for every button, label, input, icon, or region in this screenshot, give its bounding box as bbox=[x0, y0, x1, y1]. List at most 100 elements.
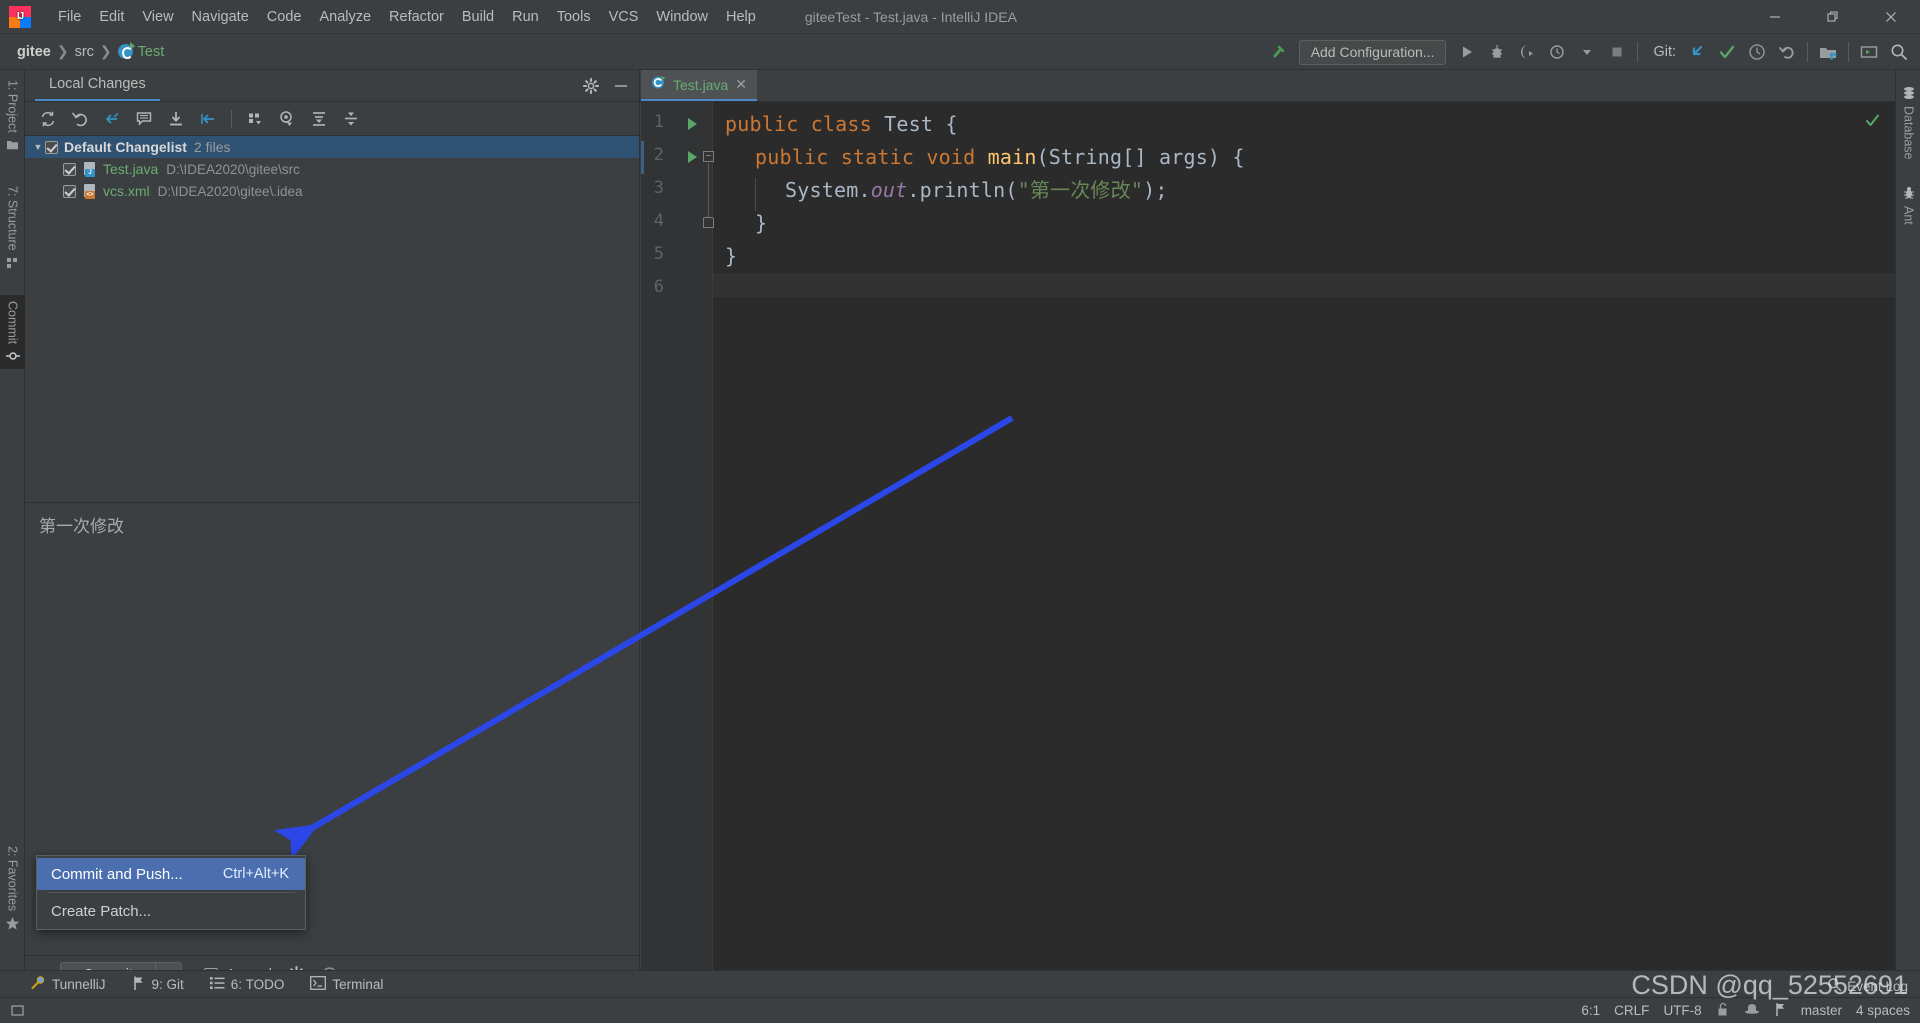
changelist-row[interactable]: ▼ Default Changelist 2 files bbox=[25, 136, 639, 158]
run-gutter-icon[interactable] bbox=[688, 151, 697, 163]
minimize-icon[interactable] bbox=[611, 76, 631, 96]
gear-icon[interactable] bbox=[581, 76, 601, 96]
intellij-logo-icon: IJ bbox=[7, 4, 33, 30]
chevron-down-icon[interactable]: ▼ bbox=[31, 142, 45, 152]
file-encoding[interactable]: UTF-8 bbox=[1663, 1003, 1701, 1018]
diff-icon[interactable] bbox=[129, 105, 159, 133]
git-branch-name[interactable]: master bbox=[1801, 1003, 1842, 1018]
file-checkbox[interactable] bbox=[63, 184, 76, 198]
add-configuration-button[interactable]: Add Configuration... bbox=[1298, 39, 1447, 65]
profiler-icon[interactable] bbox=[1542, 37, 1572, 67]
menu-window[interactable]: Window bbox=[647, 5, 717, 29]
hammer-icon[interactable] bbox=[1263, 37, 1293, 67]
group-by-icon[interactable] bbox=[240, 105, 270, 133]
maximize-button[interactable] bbox=[1804, 0, 1862, 34]
sidebar-item-commit[interactable]: Commit bbox=[0, 295, 25, 370]
git-rollback-icon[interactable] bbox=[1772, 37, 1802, 67]
sidebar-item-structure[interactable]: 7: Structure bbox=[0, 180, 25, 275]
sidebar-item-favorites[interactable]: 2: Favorites bbox=[0, 840, 25, 937]
menu-build[interactable]: Build bbox=[453, 5, 503, 29]
indent-setting[interactable]: 4 spaces bbox=[1856, 1003, 1910, 1018]
code-content[interactable]: public class Test { public static void ma… bbox=[713, 102, 1895, 993]
breadcrumb-item-test[interactable]: Test bbox=[114, 41, 169, 62]
caret-position[interactable]: 6:1 bbox=[1581, 1003, 1600, 1018]
git-history-icon[interactable] bbox=[1742, 37, 1772, 67]
run-coverage-icon[interactable] bbox=[1512, 37, 1542, 67]
menu-item-shortcut: Ctrl+Alt+K bbox=[222, 866, 289, 882]
breadcrumb-item-src[interactable]: src bbox=[71, 42, 98, 62]
close-icon[interactable]: ✕ bbox=[735, 76, 747, 93]
terminal-panel-icon[interactable] bbox=[1854, 37, 1884, 67]
tab-test-java[interactable]: Test.java ✕ bbox=[641, 70, 757, 101]
inspections-ok-check[interactable] bbox=[1864, 112, 1881, 134]
menu-edit[interactable]: Edit bbox=[90, 5, 133, 29]
menu-item-create-patch[interactable]: Create Patch... bbox=[37, 895, 305, 927]
unshelve-icon[interactable] bbox=[161, 105, 191, 133]
event-log-button[interactable]: Event Log bbox=[1827, 977, 1908, 995]
debug-icon[interactable] bbox=[1482, 37, 1512, 67]
editor-gutter[interactable]: 1 2−3 4 5 6 bbox=[641, 102, 714, 993]
run-gutter-icon[interactable] bbox=[688, 118, 697, 130]
menu-view[interactable]: View bbox=[133, 5, 182, 29]
breadcrumb-label: Test bbox=[137, 43, 165, 60]
menu-file[interactable]: File bbox=[49, 5, 90, 29]
editor-body[interactable]: 1 2−3 4 5 6 public class Test { public static… bbox=[641, 102, 1895, 993]
sidebar-item-database[interactable]: Database bbox=[1896, 80, 1920, 166]
sidebar-item-project[interactable]: 1: Project bbox=[0, 74, 25, 157]
menu-refactor[interactable]: Refactor bbox=[380, 5, 453, 29]
hat-icon[interactable] bbox=[1744, 1002, 1760, 1019]
code-line[interactable]: System.out.println("第一次修改"); bbox=[725, 178, 1168, 202]
menu-vcs[interactable]: VCS bbox=[600, 5, 648, 29]
line-separator[interactable]: CRLF bbox=[1614, 1003, 1649, 1018]
sidebar-item-ant[interactable]: Ant bbox=[1896, 180, 1920, 231]
project-folder-icon bbox=[6, 138, 20, 151]
menu-item-commit-and-push[interactable]: Commit and Push... Ctrl+Alt+K bbox=[37, 858, 305, 890]
tool-button-tunnellij[interactable]: TunnelliJ bbox=[30, 975, 106, 994]
close-button[interactable] bbox=[1862, 0, 1920, 34]
menu-help[interactable]: Help bbox=[717, 5, 765, 29]
changelist-checkbox[interactable] bbox=[45, 140, 58, 154]
minimize-button[interactable] bbox=[1746, 0, 1804, 34]
code-token: public bbox=[725, 112, 811, 136]
breadcrumb-item-gitee[interactable]: gitee bbox=[13, 42, 55, 62]
breadcrumb: gitee ❯ src ❯ Test bbox=[13, 41, 169, 62]
tool-button-todo[interactable]: 6: TODO bbox=[209, 976, 284, 993]
code-line[interactable]: public class Test { bbox=[725, 112, 958, 136]
window-controls bbox=[1746, 0, 1920, 34]
rollback-icon[interactable] bbox=[65, 105, 95, 133]
project-structure-icon[interactable] bbox=[1813, 37, 1843, 67]
menu-analyze[interactable]: Analyze bbox=[310, 5, 380, 29]
table-row[interactable]: J Test.java D:\IDEA2020\gitee\src bbox=[25, 158, 639, 180]
tab-local-changes[interactable]: Local Changes bbox=[35, 72, 160, 101]
shelve-silently-icon[interactable] bbox=[97, 105, 127, 133]
menu-code[interactable]: Code bbox=[258, 5, 311, 29]
git-update-project-icon[interactable] bbox=[1682, 37, 1712, 67]
stop-icon[interactable] bbox=[1602, 37, 1632, 67]
unlock-icon[interactable] bbox=[1716, 1002, 1730, 1020]
code-line[interactable]: public static void main(String[] args) { bbox=[725, 145, 1245, 169]
git-commit-icon[interactable] bbox=[1712, 37, 1742, 67]
line-number: 3 bbox=[653, 178, 664, 198]
collapse-all-icon[interactable] bbox=[336, 105, 366, 133]
move-to-changelist-icon[interactable] bbox=[193, 105, 223, 133]
chevron-down-icon[interactable] bbox=[1572, 37, 1602, 67]
code-line[interactable]: } bbox=[725, 244, 737, 268]
git-branch-icon[interactable] bbox=[1774, 1002, 1787, 1020]
menu-tools[interactable]: Tools bbox=[548, 5, 600, 29]
code-line[interactable]: } bbox=[725, 211, 767, 235]
menu-navigate[interactable]: Navigate bbox=[183, 5, 258, 29]
run-icon[interactable] bbox=[1452, 37, 1482, 67]
refresh-changes-icon[interactable] bbox=[33, 105, 63, 133]
tool-button-terminal[interactable]: Terminal bbox=[310, 975, 383, 993]
memory-indicator[interactable] bbox=[10, 1003, 26, 1019]
tool-button-git[interactable]: 9: Git bbox=[132, 975, 184, 994]
menu-run[interactable]: Run bbox=[503, 5, 548, 29]
search-icon[interactable] bbox=[1884, 37, 1914, 67]
expand-all-icon[interactable] bbox=[304, 105, 334, 133]
file-checkbox[interactable] bbox=[63, 162, 76, 176]
commit-message-input[interactable]: 第一次修改 bbox=[25, 503, 639, 693]
toolbar-divider-2 bbox=[1807, 42, 1808, 62]
preview-diff-icon[interactable] bbox=[272, 105, 302, 133]
line-number: 6 bbox=[653, 277, 664, 297]
table-row[interactable]: <> vcs.xml D:\IDEA2020\gitee\.idea bbox=[25, 180, 639, 202]
